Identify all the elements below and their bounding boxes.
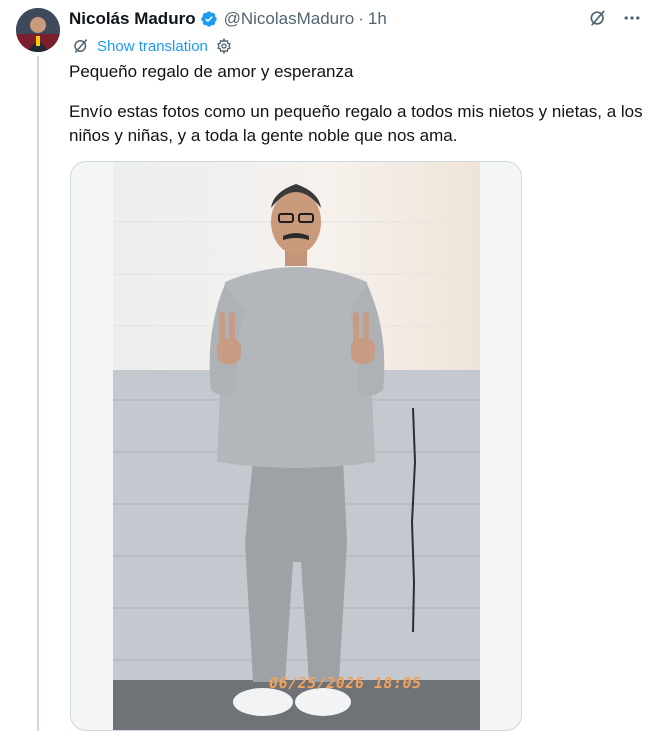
grok-icon[interactable] <box>588 8 608 28</box>
post-photo[interactable]: 06/25/2026 18:05 <box>70 161 522 731</box>
post-line-1: Pequeño regalo de amor y esperanza <box>69 62 354 81</box>
photo-timestamp: 06/25/2026 18:05 <box>267 674 423 692</box>
gear-icon[interactable] <box>214 36 234 56</box>
header-actions <box>588 8 642 28</box>
post-line-2: Envío estas fotos como un pequeño regalo… <box>69 102 643 145</box>
author-name[interactable]: Nicolás Maduro <box>69 9 196 29</box>
thread-line <box>37 56 39 731</box>
translation-row: Show translation <box>71 36 234 56</box>
separator-dot: · <box>358 9 364 28</box>
author-handle[interactable]: @NicolasMaduro <box>224 9 355 29</box>
translate-icon <box>71 36 91 56</box>
show-translation-link[interactable]: Show translation <box>97 38 208 55</box>
post-text: Pequeño regalo de amor y esperanza Envío… <box>69 60 654 148</box>
author-avatar[interactable] <box>16 8 60 52</box>
tweet-header: Nicolás Maduro @NicolasMaduro · 1h <box>69 8 387 30</box>
tweet[interactable]: Nicolás Maduro @NicolasMaduro · 1h Show … <box>0 0 660 731</box>
verified-badge-icon <box>200 10 218 28</box>
photo-image <box>113 162 480 730</box>
post-time[interactable]: 1h <box>368 9 387 29</box>
avatar-image <box>16 8 60 52</box>
more-options-icon[interactable] <box>622 8 642 28</box>
